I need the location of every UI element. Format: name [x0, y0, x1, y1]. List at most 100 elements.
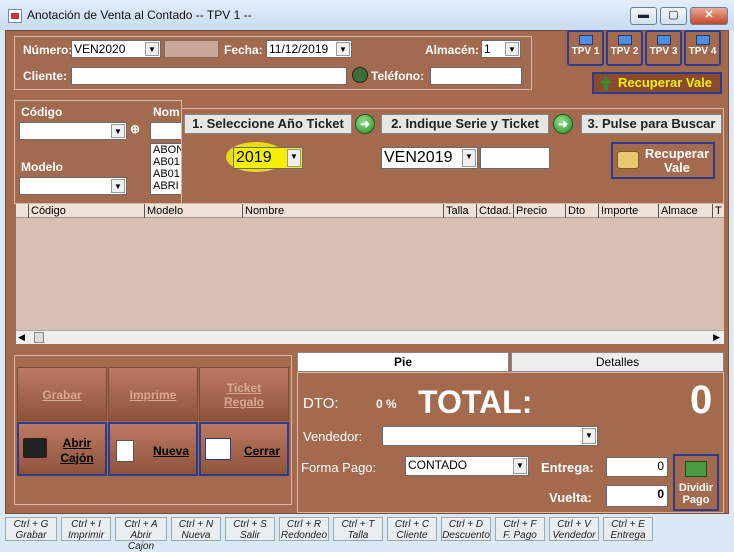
nueva-button[interactable]: Nueva	[108, 422, 198, 476]
tpv2-button[interactable]: TPV 2	[606, 30, 643, 66]
fecha-combo[interactable]: 11/12/2019 ▼	[266, 40, 352, 58]
recuperar-vale-top-label: Recuperar Vale	[618, 75, 712, 90]
grabar-button[interactable]: Grabar	[17, 367, 107, 421]
horizontal-scrollbar[interactable]: ◀ ▶	[16, 330, 724, 344]
tab-detalles[interactable]: Detalles	[511, 352, 724, 372]
numero-value: VEN2020	[74, 42, 126, 56]
col-importe[interactable]: Importe	[598, 204, 638, 218]
grid-body[interactable]	[16, 218, 724, 330]
money-icon	[685, 461, 707, 477]
ticket-regalo-line2: Regalo	[223, 395, 264, 409]
modelo-filter-combo[interactable]: ▼	[19, 177, 127, 195]
col-precio[interactable]: Precio	[513, 204, 547, 218]
cliente-input[interactable]	[71, 67, 347, 85]
total-label: TOTAL:	[418, 384, 533, 420]
chevron-down-icon[interactable]: ▼	[111, 179, 125, 193]
shortcut-imprimir[interactable]: Ctrl + I Imprimir	[61, 517, 111, 541]
chevron-down-icon[interactable]: ▼	[287, 149, 301, 167]
recuperar-vale-button[interactable]: Recuperar Vale	[611, 142, 715, 179]
series-combo[interactable]: VEN2019 ▼	[381, 147, 478, 169]
shortcut-vendedor[interactable]: Ctrl + V Vendedor	[549, 517, 599, 541]
shortcut-entrega[interactable]: Ctrl + E Entrega	[603, 517, 653, 541]
vuelta-input[interactable]: 0	[606, 485, 668, 507]
col-t[interactable]: T	[712, 204, 722, 218]
codigo-filter-combo[interactable]: ▼	[19, 122, 127, 140]
nombre-list[interactable]: ABON AB01 AB01 ABRI	[150, 143, 182, 195]
close-window-button[interactable]: ✕	[690, 7, 728, 25]
scroll-right-icon[interactable]: ▶	[713, 332, 720, 343]
step2-label: 2. Indique Serie y Ticket	[381, 114, 549, 134]
col-dto[interactable]: Dto	[565, 204, 585, 218]
monitor-icon	[578, 35, 593, 45]
chevron-down-icon[interactable]: ▼	[582, 428, 596, 444]
shortcut-abrir-cajon[interactable]: Ctrl + A Abrir Cajon	[115, 517, 167, 552]
almacen-combo[interactable]: 1 ▼	[481, 40, 521, 58]
shortcut-forma-pago[interactable]: Ctrl + F F. Pago	[495, 517, 545, 541]
vendedor-combo[interactable]: ▼	[382, 426, 598, 446]
cerrar-button[interactable]: Cerrar	[199, 422, 289, 476]
shortcut-redondeo[interactable]: Ctrl + R Redondeo	[279, 517, 329, 541]
modelo-filter-label: Modelo	[21, 160, 63, 174]
tpv3-button[interactable]: TPV 3	[645, 30, 682, 66]
shortcut-nueva[interactable]: Ctrl + N Nueva	[171, 517, 221, 541]
imprime-button[interactable]: Imprime	[108, 367, 198, 421]
chevron-down-icon[interactable]: ▼	[145, 42, 159, 56]
cash-drawer-icon	[23, 438, 47, 458]
zoom-search-icon[interactable]: ⊕	[130, 122, 140, 136]
maximize-button[interactable]: ▢	[660, 7, 687, 25]
col-modelo[interactable]: Modelo	[144, 204, 183, 218]
shortcut-salir[interactable]: Ctrl + S Salir	[225, 517, 275, 541]
go-arrow-icon[interactable]: ➜	[355, 114, 375, 134]
minimize-button[interactable]: ▬	[630, 7, 657, 25]
step1-label: 1. Seleccione Año Ticket	[184, 114, 352, 134]
entrega-input[interactable]: 0	[606, 457, 668, 477]
shortcut-label: Redondeo	[280, 530, 328, 541]
grid-header: Código Modelo Nombre Talla Ctdad. Precio…	[16, 204, 724, 218]
shortcut-key: Ctrl + D	[448, 519, 484, 530]
ticket-regalo-button[interactable]: Ticket Regalo	[199, 367, 289, 421]
chevron-down-icon[interactable]: ▼	[513, 458, 527, 474]
dividir-pago-button[interactable]: Dividir Pago	[673, 454, 719, 511]
total-value: 0	[690, 378, 713, 422]
list-item[interactable]: AB01	[153, 168, 181, 180]
shortcut-label: Imprimir	[67, 530, 105, 541]
chevron-down-icon[interactable]: ▼	[462, 149, 476, 167]
col-ctdad[interactable]: Ctdad.	[476, 204, 511, 218]
shortcut-label: Entrega	[610, 530, 646, 541]
list-item[interactable]: ABRI	[153, 180, 181, 192]
close-window-icon	[205, 438, 231, 460]
tab-pie[interactable]: Pie	[297, 352, 509, 372]
chevron-down-icon[interactable]: ▼	[336, 42, 350, 56]
shortcut-cliente[interactable]: Ctrl + C Cliente	[387, 517, 437, 541]
client-search-icon[interactable]	[352, 67, 368, 83]
numero-combo[interactable]: VEN2020 ▼	[71, 40, 161, 58]
nombre-filter-input[interactable]	[150, 122, 182, 140]
col-almacen[interactable]: Almace	[658, 204, 698, 218]
scroll-thumb[interactable]	[34, 332, 44, 343]
year-combo[interactable]: 2019 ▼	[233, 147, 303, 169]
shortcut-descuento[interactable]: Ctrl + D Descuento	[441, 517, 491, 541]
ticket-number-input[interactable]	[480, 147, 550, 169]
telefono-input[interactable]	[430, 67, 522, 85]
col-talla[interactable]: Talla	[443, 204, 469, 218]
shortcut-grabar[interactable]: Ctrl + G Grabar	[5, 517, 57, 541]
tpv4-button[interactable]: TPV 4	[684, 30, 721, 66]
forma-pago-combo[interactable]: CONTADO ▼	[405, 456, 529, 476]
shortcut-talla[interactable]: Ctrl + T Talla	[333, 517, 383, 541]
abrir-cajon-line2: Cajón	[60, 451, 94, 465]
abrir-cajon-button[interactable]: Abrir Cajón	[17, 422, 107, 476]
numero-label: Número:	[23, 43, 73, 57]
shortcut-label: Vendedor	[552, 530, 596, 541]
tpv1-button[interactable]: TPV 1	[567, 30, 604, 66]
scroll-left-icon[interactable]: ◀	[18, 332, 25, 343]
col-codigo[interactable]: Código	[28, 204, 66, 218]
list-item[interactable]: AB01	[153, 156, 181, 168]
chevron-down-icon[interactable]: ▼	[505, 42, 519, 56]
tpv1-label: TPV 1	[571, 46, 600, 57]
chevron-down-icon[interactable]: ▼	[111, 124, 125, 138]
go-arrow-icon[interactable]: ➜	[553, 114, 573, 134]
list-item[interactable]: ABON	[153, 144, 181, 156]
recuperar-vale-top-button[interactable]: Recuperar Vale	[592, 72, 722, 94]
abrir-cajon-line1: Abrir	[62, 436, 92, 450]
col-nombre[interactable]: Nombre	[242, 204, 284, 218]
